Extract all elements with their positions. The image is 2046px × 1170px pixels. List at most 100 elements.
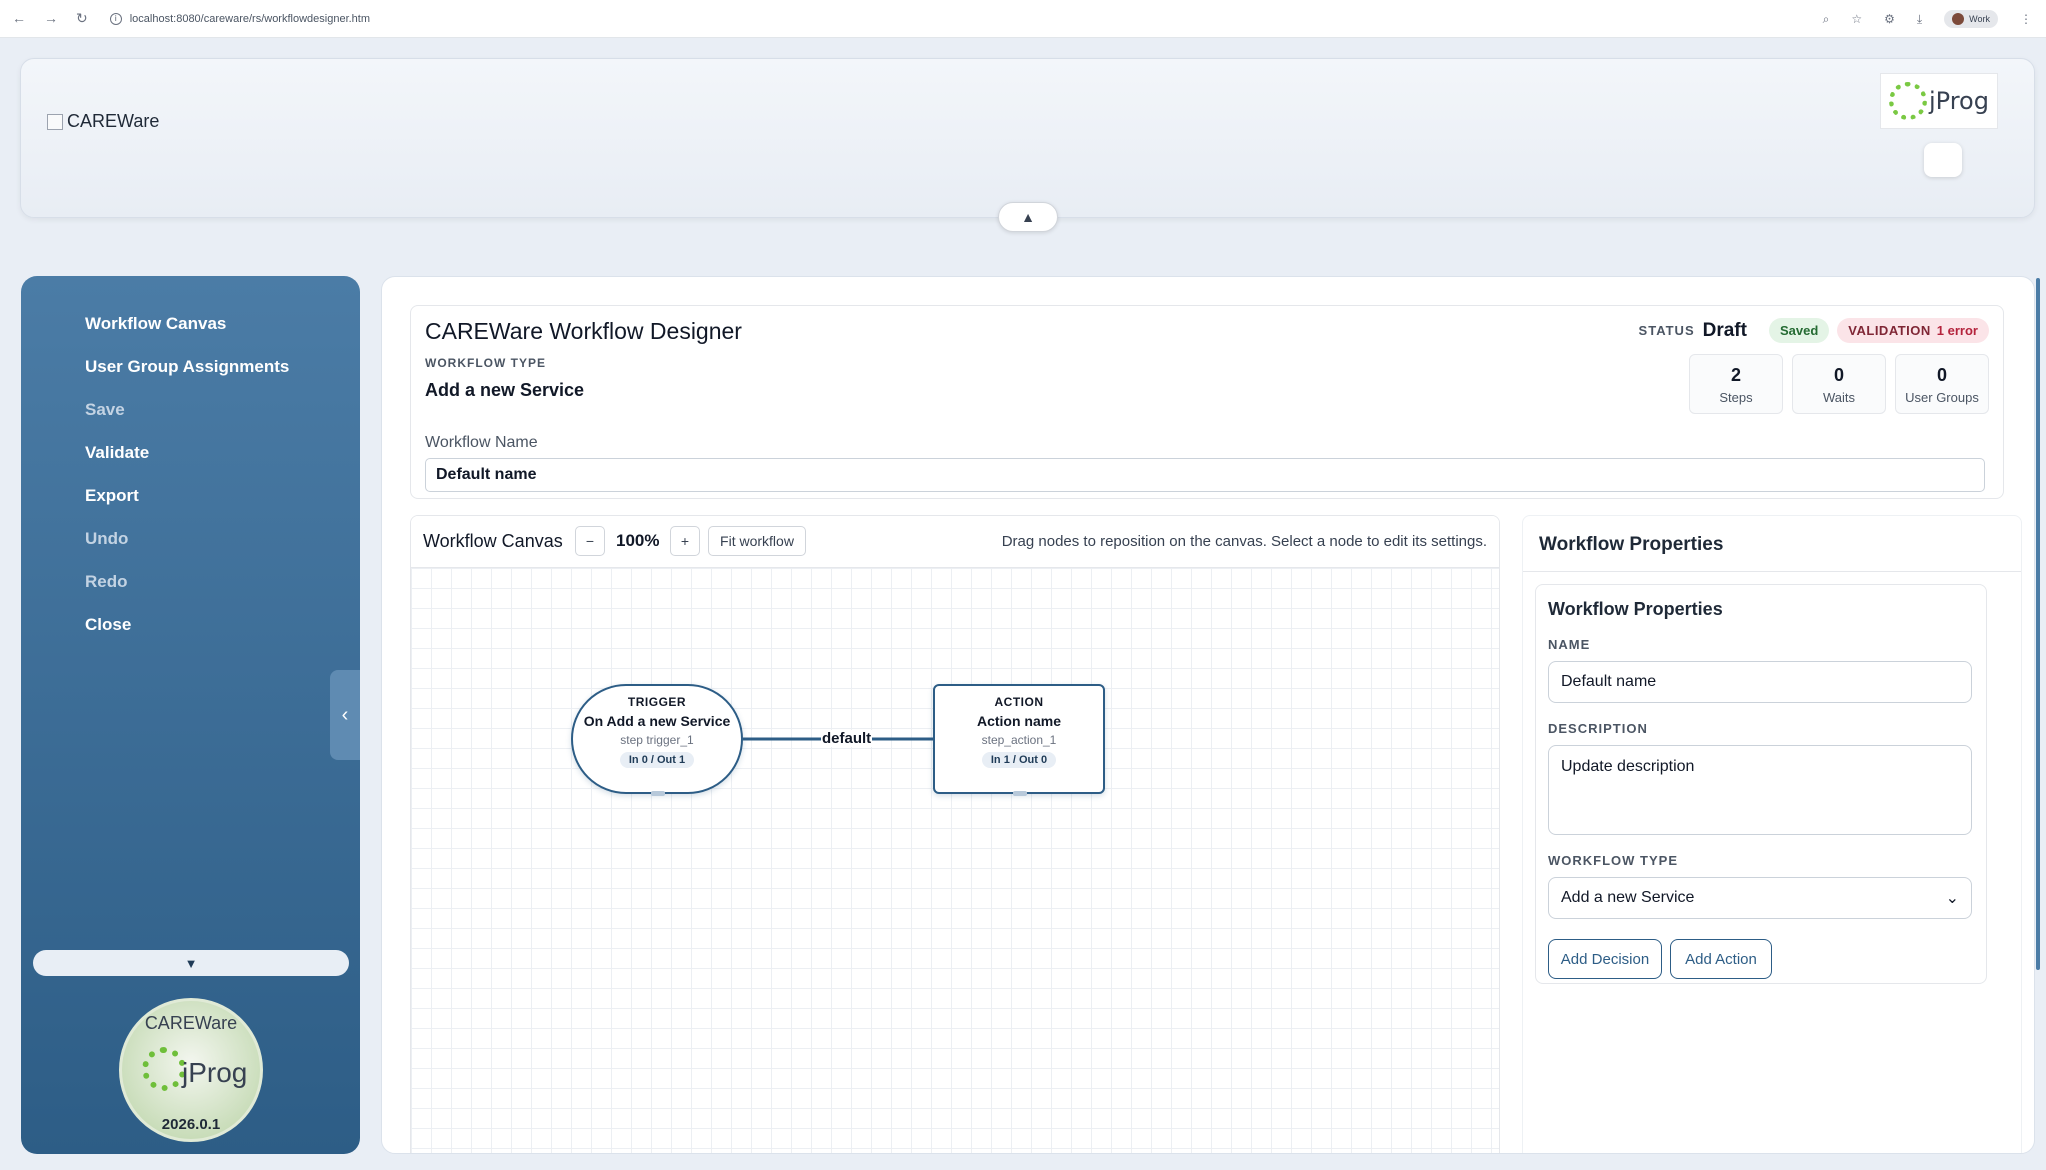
site-info-icon[interactable]: i: [109, 12, 122, 25]
sidebar-item-close[interactable]: Close: [85, 603, 289, 646]
canvas-hint: Drag nodes to reposition on the canvas. …: [1001, 533, 1487, 550]
workflow-type-select[interactable]: Add a new Service ⌄: [1548, 877, 1972, 919]
properties-form: Workflow Properties NAME DESCRIPTION Upd…: [1535, 584, 1987, 984]
properties-header: Workflow Properties: [1523, 516, 2021, 572]
node-kind: ACTION: [994, 695, 1044, 709]
broken-image-icon: [47, 113, 63, 130]
sidebar: Workflow Canvas User Group Assignments S…: [21, 276, 360, 1154]
validation-badge[interactable]: VALIDATION 1 error: [1837, 318, 1989, 343]
node-name: Action name: [976, 713, 1061, 729]
workflow-type-label: WORKFLOW TYPE: [425, 356, 546, 370]
sidebar-item-validate[interactable]: Validate: [85, 431, 289, 474]
sidebar-scroll-down-button[interactable]: ▼: [33, 950, 349, 976]
stats-row: 2 Steps 0 Waits 0 User Groups: [1689, 354, 1989, 414]
description-textarea[interactable]: Update description: [1548, 745, 1972, 835]
name-label: NAME: [1548, 637, 1591, 652]
sidebar-item-workflow-canvas[interactable]: Workflow Canvas: [85, 302, 289, 345]
download-icon[interactable]: ⤓: [1917, 12, 1922, 27]
version-label: 2026.0.1: [161, 1116, 221, 1133]
trigger-node[interactable]: TRIGGER On Add a new Service step trigge…: [571, 684, 743, 796]
chevron-down-icon: ▼: [184, 955, 198, 971]
properties-panel-title: Workflow Properties: [1539, 534, 1724, 555]
badge-title: CAREWare: [144, 1013, 238, 1033]
stat-value: 0: [1936, 365, 1947, 385]
sidebar-menu: Workflow Canvas User Group Assignments S…: [85, 302, 289, 646]
zoom-icon[interactable]: ⌕: [1823, 12, 1830, 27]
stat-label: Steps: [1719, 390, 1753, 405]
node-output-handle[interactable]: [1013, 791, 1027, 796]
sidebar-item-redo[interactable]: Redo: [85, 560, 289, 603]
status-value: Draft: [1702, 319, 1747, 341]
edge-label[interactable]: default: [821, 730, 873, 747]
node-id: step trigger_1: [620, 733, 694, 747]
stat-user-groups: 0 User Groups: [1895, 354, 1989, 414]
zoom-level: 100%: [616, 531, 660, 550]
back-icon[interactable]: ←: [12, 10, 26, 27]
bookmark-star-icon[interactable]: ☆: [1851, 12, 1862, 26]
validation-label: VALIDATION: [1848, 323, 1931, 338]
canvas-toolbar: Workflow Canvas − 100% + Fit workflow Dr…: [411, 516, 1499, 568]
stat-label: Waits: [1822, 390, 1856, 405]
stat-value: 0: [1833, 365, 1844, 385]
stat-value: 2: [1730, 365, 1741, 385]
jprog-ring-icon: [1889, 82, 1927, 120]
forward-icon[interactable]: →: [44, 10, 58, 27]
url-text: localhost:8080/careware/rs/workflowdesig…: [129, 12, 371, 25]
fit-workflow-button[interactable]: Fit workflow: [708, 526, 806, 556]
edge-layer: [743, 737, 933, 741]
app-header: CAREWare jProg: [20, 58, 2035, 218]
careware-logo-alt: CAREWare: [67, 111, 160, 131]
careware-logo: CAREWare: [47, 111, 159, 132]
profile-label: Work: [1969, 14, 1990, 24]
validation-error-count: 1 error: [1936, 323, 1978, 338]
avatar: [1952, 13, 1965, 25]
node-io-badge: In 1 / Out 0: [981, 752, 1057, 768]
stat-label: User Groups: [1905, 390, 1979, 405]
canvas-grid[interactable]: default TRIGGER On Add a new Service ste…: [411, 568, 1499, 1153]
add-decision-button[interactable]: Add Decision: [1548, 939, 1662, 979]
chevron-down-icon: ⌄: [1945, 890, 1959, 907]
browser-nav: ← → ↻: [12, 10, 88, 27]
zoom-in-button[interactable]: +: [670, 526, 700, 556]
properties-panel: Workflow Properties Workflow Properties …: [1522, 515, 2022, 1153]
zoom-out-button[interactable]: −: [575, 526, 605, 556]
browser-toolbar: ← → ↻ i localhost:8080/careware/rs/workf…: [0, 0, 2046, 38]
header-menu-button[interactable]: [1924, 143, 1962, 177]
browser-actions: ⌕ ☆ ⚙ ⤓ Work ⋮: [1823, 0, 2032, 38]
extension-icon[interactable]: ⚙: [1884, 12, 1895, 26]
jprog-logo: jProg: [1880, 73, 1998, 129]
jprog-logo-text: jProg: [1929, 87, 1989, 115]
designer-main: CAREWare Workflow Designer WORKFLOW TYPE…: [381, 276, 2035, 1154]
workflow-name-label: Workflow Name: [425, 434, 538, 451]
browser-menu-icon[interactable]: ⋮: [2020, 12, 2032, 26]
node-id: step_action_1: [981, 733, 1057, 747]
address-bar[interactable]: i localhost:8080/careware/rs/workflowdes…: [109, 12, 371, 25]
add-action-button[interactable]: Add Action: [1670, 939, 1772, 979]
status-row: STATUS Draft Saved VALIDATION 1 error: [1639, 318, 1989, 343]
stat-steps: 2 Steps: [1689, 354, 1783, 414]
canvas-title: Workflow Canvas: [423, 531, 563, 551]
collapse-header-button[interactable]: ▲: [998, 202, 1058, 232]
workflow-type-value: Add a new Service: [425, 380, 585, 400]
careware-version-badge: CAREWare jProg 2026.0.1: [119, 998, 263, 1142]
workflow-type-field-label: WORKFLOW TYPE: [1548, 853, 1678, 868]
sidebar-item-save[interactable]: Save: [85, 388, 289, 431]
node-output-handle[interactable]: [651, 791, 665, 796]
sidebar-item-export[interactable]: Export: [85, 474, 289, 517]
node-name: On Add a new Service: [583, 713, 731, 729]
sidebar-item-user-group-assignments[interactable]: User Group Assignments: [85, 345, 289, 388]
sidebar-item-undo[interactable]: Undo: [85, 517, 289, 560]
profile-button[interactable]: Work: [1944, 10, 1998, 28]
designer-summary-card: CAREWare Workflow Designer WORKFLOW TYPE…: [410, 305, 2004, 499]
reload-icon[interactable]: ↻: [76, 10, 88, 27]
workflow-canvas-panel: Workflow Canvas − 100% + Fit workflow Dr…: [410, 515, 1500, 1153]
description-label: DESCRIPTION: [1548, 721, 1648, 736]
workflow-type-selected: Add a new Service: [1561, 889, 1695, 906]
node-io-badge: In 0 / Out 1: [619, 752, 695, 768]
sidebar-collapse-toggle[interactable]: ‹: [330, 670, 360, 760]
workflow-name-input[interactable]: [425, 458, 1985, 492]
name-input[interactable]: [1548, 661, 1972, 703]
status-label: STATUS: [1638, 323, 1695, 338]
main-scrollbar[interactable]: [2036, 278, 2040, 970]
action-node[interactable]: ACTION Action name step_action_1 In 1 / …: [933, 684, 1105, 796]
